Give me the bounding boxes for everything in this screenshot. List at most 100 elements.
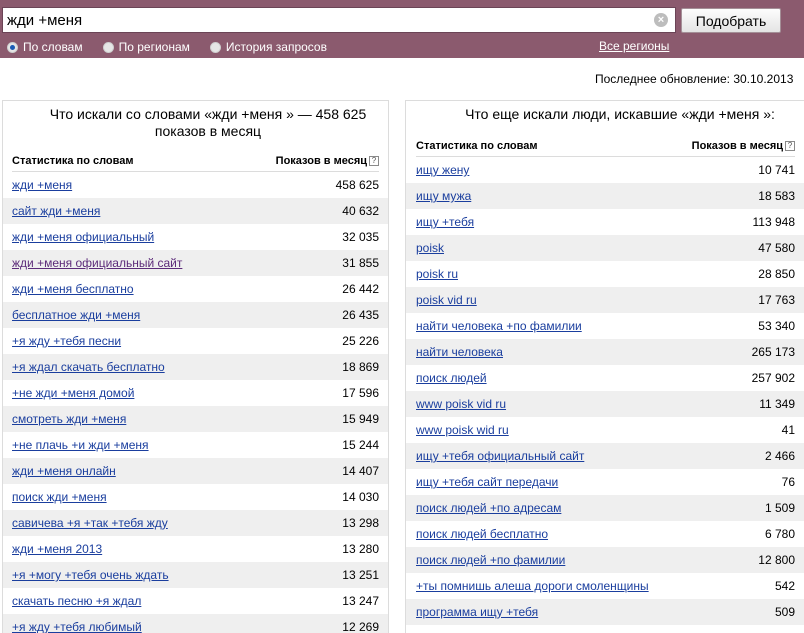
all-regions-link[interactable]: Все регионы xyxy=(599,39,669,53)
last-update: Последнее обновление: 30.10.2013 xyxy=(595,72,794,86)
mode-switch: По словам По регионам История запросов xyxy=(7,39,347,55)
shows-count: 113 948 xyxy=(752,215,796,229)
phrase-link[interactable]: поиск людей +по фамилии xyxy=(416,553,565,567)
mode-history[interactable]: История запросов xyxy=(209,40,327,54)
table-row: жди +меня 458 625 xyxy=(3,172,388,198)
right-table-body: ищу жену 10 741 ищу мужа 18 583 ищу +тебя 113… xyxy=(406,157,804,633)
phrase-link[interactable]: жди +меня онлайн xyxy=(12,464,116,478)
table-row: +не плачь +и жди +меня 15 244 xyxy=(3,432,388,458)
mode-by-words[interactable]: По словам xyxy=(7,40,83,54)
shows-count: 12 800 xyxy=(758,553,795,567)
help-icon[interactable]: ? xyxy=(785,140,795,151)
shows-count: 26 435 xyxy=(342,308,379,322)
phrase-link[interactable]: программа ищу +тебя xyxy=(416,605,538,619)
phrase-link[interactable]: poisk ru xyxy=(416,267,458,281)
mode-by-regions[interactable]: По регионам xyxy=(102,40,190,54)
shows-count: 32 035 xyxy=(342,230,379,244)
table-row: +я +могу +тебя очень ждать 13 251 xyxy=(3,562,388,588)
phrase-link[interactable]: поиск людей +по адресам xyxy=(416,501,561,515)
table-row: поиск людей +по адресам 1 509 xyxy=(406,495,804,521)
phrase-link[interactable]: poisk xyxy=(416,241,444,255)
phrase-link[interactable]: ищу +тебя официальный сайт xyxy=(416,449,584,463)
phrase-link[interactable]: жди +меня официальный xyxy=(12,230,154,244)
table-row: +я жду +тебя любимый 12 269 xyxy=(3,614,388,633)
phrase-link[interactable]: поиск людей бесплатно xyxy=(416,527,548,541)
table-row: poisk ru 28 850 xyxy=(406,261,804,287)
right-panel: Что еще искали люди, искавшие «жди +меня… xyxy=(405,100,804,633)
shows-count: 458 625 xyxy=(335,178,379,192)
shows-count: 41 xyxy=(781,423,795,437)
table-row: +ты помнишь алеша дороги смоленщины 542 xyxy=(406,573,804,599)
phrase-link[interactable]: поиск людей xyxy=(416,371,487,385)
phrase-link[interactable]: poisk vid ru xyxy=(416,293,477,307)
phrase-link[interactable]: поиск жди +меня xyxy=(12,490,107,504)
phrase-link[interactable]: жди +меня официальный сайт xyxy=(12,256,182,270)
phrase-link[interactable]: ищу +тебя xyxy=(416,215,474,229)
phrase-link[interactable]: +не жди +меня домой xyxy=(12,386,134,400)
table-row: савичева +я +так +тебя жду 13 298 xyxy=(3,510,388,536)
shows-count: 76 xyxy=(781,475,795,489)
radio-icon[interactable] xyxy=(102,41,114,53)
phrase-link[interactable]: www poisk wid ru xyxy=(416,423,509,437)
table-header: Статистика по словам Показов в месяц? xyxy=(416,135,795,157)
shows-count: 6 780 xyxy=(764,527,795,541)
phrase-link[interactable]: ищу жену xyxy=(416,163,469,177)
table-row: смотреть жди +меня 15 949 xyxy=(3,406,388,432)
shows-count: 17 596 xyxy=(342,386,379,400)
phrase-link[interactable]: найти человека xyxy=(416,345,503,359)
phrase-link[interactable]: смотреть жди +меня xyxy=(12,412,126,426)
table-row: ищу жену 10 741 xyxy=(406,157,804,183)
mode-label: По регионам xyxy=(118,40,190,54)
shows-count: 14 407 xyxy=(342,464,379,478)
shows-count: 509 xyxy=(774,605,795,619)
phrase-link[interactable]: жди +меня 2013 xyxy=(12,542,102,556)
shows-count: 14 030 xyxy=(342,490,379,504)
search-input[interactable] xyxy=(7,10,647,30)
shows-count: 26 442 xyxy=(342,282,379,296)
shows-count: 11 349 xyxy=(759,397,795,411)
radio-icon[interactable] xyxy=(209,41,221,53)
phrase-link[interactable]: жди +меня бесплатно xyxy=(12,282,134,296)
phrase-link[interactable]: бесплатное жди +меня xyxy=(12,308,140,322)
phrase-link[interactable]: найти человека +по фамилии xyxy=(416,319,582,333)
table-row: скачать песню +я ждал 13 247 xyxy=(3,588,388,614)
table-row: программа ищу +тебя 509 xyxy=(406,599,804,625)
col-shows-header: Показов в месяц? xyxy=(276,155,379,167)
shows-count: 257 902 xyxy=(751,371,795,385)
col-shows-header: Показов в месяц? xyxy=(692,140,795,152)
phrase-link[interactable]: +я жду +тебя песни xyxy=(12,334,121,348)
phrase-link[interactable]: +я +могу +тебя очень ждать xyxy=(12,568,169,582)
table-row: жди +меня 2013 13 280 xyxy=(3,536,388,562)
radio-icon[interactable] xyxy=(7,41,18,53)
phrase-link[interactable]: ищу +тебя сайт передачи xyxy=(416,475,558,489)
table-row: поиск жди +меня 14 030 xyxy=(3,484,388,510)
phrase-link[interactable]: +ты помнишь алеша дороги смоленщины xyxy=(416,579,649,593)
table-row: жди +меня бесплатно 26 442 xyxy=(3,276,388,302)
table-row: найти человека 265 173 xyxy=(406,339,804,365)
right-panel-title: Что еще искали люди, искавшие «жди +меня… xyxy=(465,106,775,122)
table-row: +я жду +тебя песни 25 226 xyxy=(3,328,388,354)
left-panel: Что искали со словами «жди +меня » — 458… xyxy=(2,100,389,633)
phrase-link[interactable]: +я жду +тебя любимый xyxy=(12,620,142,633)
phrase-link[interactable]: ищу мужа xyxy=(416,189,471,203)
search-header: × Подобрать По словам По регионам Истори… xyxy=(0,0,804,58)
table-row: сайт жди +меня 40 632 xyxy=(3,198,388,224)
submit-button[interactable]: Подобрать xyxy=(681,8,781,33)
phrase-link[interactable]: скачать песню +я ждал xyxy=(12,594,141,608)
shows-count: 28 850 xyxy=(758,267,795,281)
shows-count: 15 949 xyxy=(342,412,379,426)
table-row: поиск людей 257 902 xyxy=(406,365,804,391)
help-icon[interactable]: ? xyxy=(369,155,379,166)
phrase-link[interactable]: жди +меня xyxy=(12,178,72,192)
phrase-link[interactable]: +я ждал скачать бесплатно xyxy=(12,360,165,374)
phrase-link[interactable]: савичева +я +так +тебя жду xyxy=(12,516,168,530)
shows-count: 13 280 xyxy=(342,542,379,556)
phrase-link[interactable]: сайт жди +меня xyxy=(12,204,100,218)
left-panel-title: Что искали со словами «жди +меня » — 458… xyxy=(49,106,367,139)
table-row: +не жди +меня домой 17 596 xyxy=(3,380,388,406)
phrase-link[interactable]: +не плачь +и жди +меня xyxy=(12,438,149,452)
shows-count: 31 855 xyxy=(342,256,379,270)
clear-icon[interactable]: × xyxy=(654,13,668,27)
phrase-link[interactable]: www poisk vid ru xyxy=(416,397,506,411)
table-row: жди +меня официальный сайт 31 855 xyxy=(3,250,388,276)
